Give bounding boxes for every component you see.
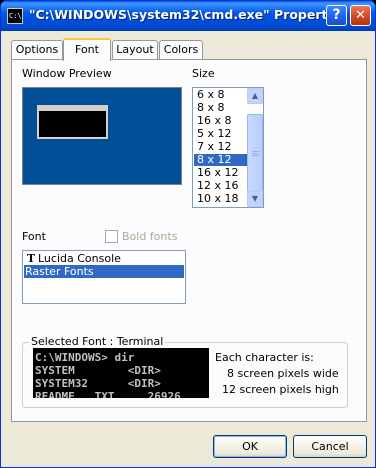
size-option[interactable]: 6 x 8	[194, 89, 247, 101]
size-option[interactable]: 7 x 12	[194, 141, 247, 153]
font-option-label: Lucida Console	[38, 252, 121, 265]
sample-line: SYSTEM <DIR>	[35, 364, 161, 377]
bold-fonts-checkbox[interactable]	[105, 230, 118, 243]
properties-dialog: C:\ "C:\WINDOWS\system32\cmd.exe" Proper…	[0, 0, 376, 468]
title-bar[interactable]: C:\ "C:\WINDOWS\system32\cmd.exe" Proper…	[1, 1, 375, 31]
cancel-button[interactable]: Cancel	[293, 435, 367, 458]
preview-console-window	[37, 105, 108, 139]
close-button[interactable]: ✕	[350, 5, 371, 26]
selected-font-legend: Selected Font : Terminal	[29, 335, 166, 348]
size-option-selected[interactable]: 8 x 12	[194, 154, 247, 166]
tab-layout[interactable]: Layout	[112, 40, 158, 60]
help-button[interactable]: ?	[326, 5, 347, 26]
scroll-up-arrow-icon[interactable]: ▲	[247, 88, 263, 104]
window-preview-label: Window Preview	[22, 67, 112, 80]
window-title: "C:\WINDOWS\system32\cmd.exe" Properties	[29, 7, 348, 22]
thumb-grip	[252, 151, 259, 152]
size-option[interactable]: 10 x 18	[194, 193, 247, 205]
thumb-grip	[252, 153, 259, 154]
char-width-text: 8 screen pixels wide	[227, 367, 339, 380]
sample-line: C:\WINDOWS> dir	[35, 351, 135, 364]
size-option[interactable]: 16 x 8	[194, 115, 247, 127]
size-option[interactable]: 16 x 12	[194, 167, 247, 179]
cmd-app-icon[interactable]: C:\	[7, 8, 23, 24]
char-info-heading: Each character is:	[215, 351, 314, 364]
truetype-icon: T	[26, 252, 36, 265]
tab-colors[interactable]: Colors	[159, 40, 203, 60]
tab-options[interactable]: Options	[11, 40, 63, 60]
scroll-down-arrow-icon[interactable]: ▼	[247, 191, 263, 207]
size-label: Size	[192, 67, 215, 80]
size-option[interactable]: 8 x 8	[194, 102, 247, 114]
size-option[interactable]: 5 x 12	[194, 128, 247, 140]
bold-fonts-label: Bold fonts	[122, 230, 178, 243]
font-listbox[interactable]: T Lucida Console Raster Fonts	[22, 250, 186, 304]
sample-line: README TXT 26926	[35, 390, 181, 398]
preview-console-titlebar	[39, 107, 106, 111]
font-sample-preview: C:\WINDOWS> dir SYSTEM <DIR> SYSTEM32 <D…	[33, 348, 209, 398]
ok-button[interactable]: OK	[213, 435, 287, 458]
char-height-text: 12 screen pixels high	[222, 383, 339, 396]
scroll-thumb[interactable]	[247, 114, 263, 192]
size-listbox[interactable]: 6 x 8 8 x 8 16 x 8 5 x 12 7 x 12 8 x 12 …	[192, 87, 264, 208]
window-preview	[22, 87, 182, 185]
font-option-lucida[interactable]: T Lucida Console	[24, 252, 184, 265]
font-option-raster-selected[interactable]: Raster Fonts	[24, 265, 184, 278]
sample-line: SYSTEM32 <DIR>	[35, 377, 161, 390]
size-scrollbar[interactable]: ▲ ▼	[247, 88, 263, 207]
thumb-grip	[252, 155, 259, 156]
font-label: Font	[22, 230, 46, 243]
tab-font[interactable]: Font	[63, 38, 111, 61]
size-option[interactable]: 12 x 16	[194, 180, 247, 192]
